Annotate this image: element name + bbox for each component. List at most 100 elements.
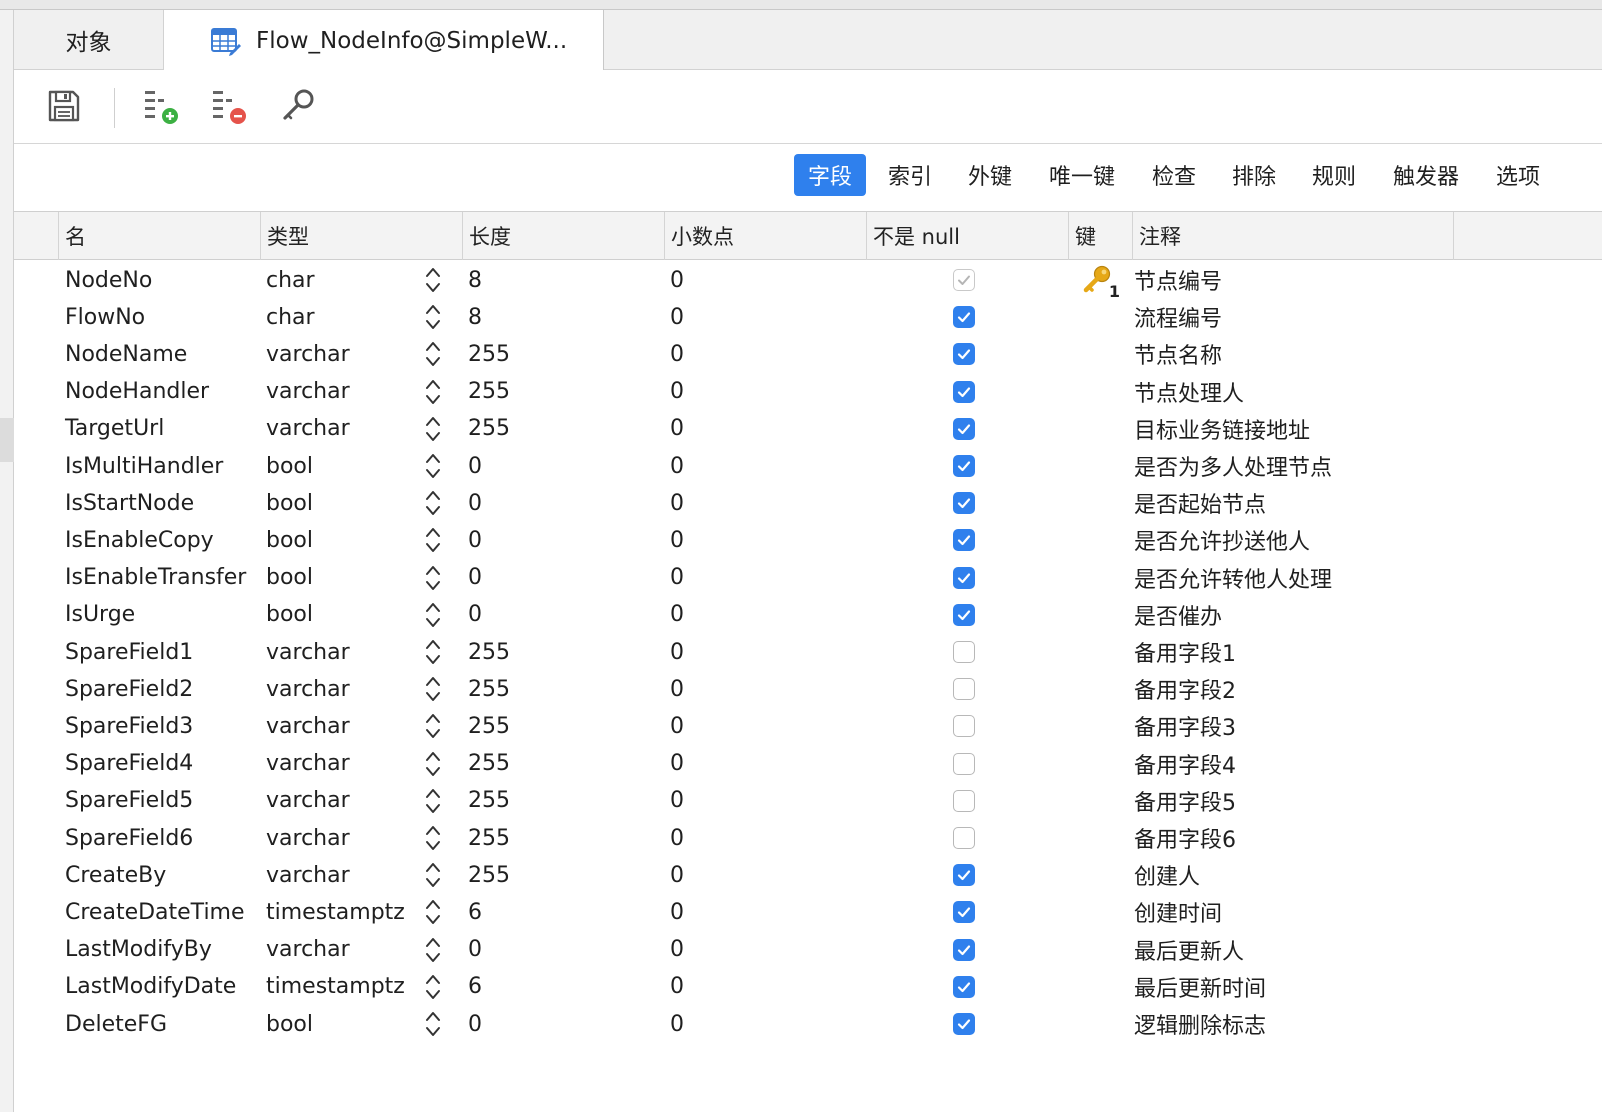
type-stepper-icon[interactable] <box>425 335 441 373</box>
key-cell[interactable] <box>1082 968 1122 1006</box>
field-length-cell[interactable]: 255 <box>468 335 510 373</box>
table-row[interactable]: SpareField2 varchar 255 0 备用字段2 <box>14 670 1602 708</box>
not-null-checkbox[interactable] <box>953 380 975 403</box>
table-row[interactable]: NodeName varchar 255 0 节点名称 <box>14 335 1602 373</box>
key-cell[interactable] <box>1082 707 1122 745</box>
field-comment-cell[interactable]: 备用字段6 <box>1134 819 1236 857</box>
field-name-cell[interactable]: LastModifyDate <box>65 968 236 1006</box>
field-decimal-cell[interactable]: 0 <box>670 298 684 336</box>
type-stepper-icon[interactable] <box>425 596 441 634</box>
field-decimal-cell[interactable]: 0 <box>670 559 684 597</box>
field-comment-cell[interactable]: 是否催办 <box>1134 596 1222 634</box>
field-comment-cell[interactable]: 逻辑删除标志 <box>1134 1005 1266 1043</box>
subtab-unique-keys[interactable]: 唯一键 <box>1038 154 1126 196</box>
field-decimal-cell[interactable]: 0 <box>670 447 684 485</box>
type-stepper-icon[interactable] <box>425 521 441 559</box>
field-length-cell[interactable]: 255 <box>468 373 510 411</box>
delete-field-button[interactable] <box>210 88 250 128</box>
table-row[interactable]: CreateDateTime timestamptz 6 0 创建时间 <box>14 893 1602 931</box>
not-null-checkbox[interactable] <box>953 1013 975 1035</box>
table-row[interactable]: IsEnableTransfer bool 0 0 是否允许转他人处理 <box>14 559 1602 597</box>
field-type-cell[interactable]: varchar <box>266 931 350 969</box>
key-cell[interactable] <box>1082 893 1122 931</box>
field-name-cell[interactable]: SpareField2 <box>65 670 193 708</box>
subtab-rules[interactable]: 规则 <box>1300 154 1368 196</box>
key-cell[interactable] <box>1082 782 1122 820</box>
field-type-cell[interactable]: timestamptz <box>266 968 405 1006</box>
type-stepper-icon[interactable] <box>425 298 441 336</box>
field-length-cell[interactable]: 6 <box>468 893 482 931</box>
field-name-cell[interactable]: DeleteFG <box>65 1005 167 1043</box>
key-cell[interactable] <box>1082 335 1122 373</box>
field-decimal-cell[interactable]: 0 <box>670 782 684 820</box>
table-row[interactable]: IsEnableCopy bool 0 0 是否允许抄送他人 <box>14 521 1602 559</box>
field-name-cell[interactable]: NodeHandler <box>65 373 209 411</box>
subtab-options[interactable]: 选项 <box>1484 154 1552 196</box>
type-stepper-icon[interactable] <box>425 782 441 820</box>
table-row[interactable]: SpareField6 varchar 255 0 备用字段6 <box>14 819 1602 857</box>
field-type-cell[interactable]: bool <box>266 559 313 597</box>
field-name-cell[interactable]: SpareField5 <box>65 782 193 820</box>
column-header-name[interactable]: 名 <box>58 212 260 260</box>
field-length-cell[interactable]: 255 <box>468 819 510 857</box>
field-decimal-cell[interactable]: 0 <box>670 856 684 894</box>
field-type-cell[interactable]: bool <box>266 596 313 634</box>
not-null-checkbox[interactable] <box>953 492 975 515</box>
key-cell[interactable] <box>1082 559 1122 597</box>
field-length-cell[interactable]: 255 <box>468 410 510 448</box>
field-length-cell[interactable]: 6 <box>468 968 482 1006</box>
field-type-cell[interactable]: bool <box>266 484 313 522</box>
field-type-cell[interactable]: varchar <box>266 670 350 708</box>
field-type-cell[interactable]: varchar <box>266 707 350 745</box>
not-null-checkbox[interactable] <box>953 343 975 366</box>
key-cell[interactable] <box>1082 298 1122 336</box>
field-decimal-cell[interactable]: 0 <box>670 968 684 1006</box>
field-type-cell[interactable]: timestamptz <box>266 893 405 931</box>
field-comment-cell[interactable]: 创建时间 <box>1134 893 1222 931</box>
field-length-cell[interactable]: 255 <box>468 856 510 894</box>
tab-objects[interactable]: 对象 <box>14 10 164 70</box>
field-comment-cell[interactable]: 目标业务链接地址 <box>1134 410 1310 448</box>
table-row[interactable]: SpareField1 varchar 255 0 备用字段1 <box>14 633 1602 671</box>
not-null-checkbox[interactable] <box>953 306 975 329</box>
table-row[interactable]: TargetUrl varchar 255 0 目标业务链接地址 <box>14 410 1602 448</box>
field-decimal-cell[interactable]: 0 <box>670 819 684 857</box>
field-length-cell[interactable]: 255 <box>468 745 510 783</box>
field-type-cell[interactable]: bool <box>266 447 313 485</box>
field-comment-cell[interactable]: 最后更新人 <box>1134 931 1244 969</box>
field-decimal-cell[interactable]: 0 <box>670 1005 684 1043</box>
table-row[interactable]: FlowNo char 8 0 流程编号 <box>14 298 1602 336</box>
field-comment-cell[interactable]: 节点编号 <box>1134 261 1222 299</box>
save-button[interactable] <box>44 88 84 128</box>
field-comment-cell[interactable]: 节点名称 <box>1134 335 1222 373</box>
column-header-key[interactable]: 键 <box>1068 212 1132 260</box>
field-comment-cell[interactable]: 节点处理人 <box>1134 373 1244 411</box>
field-type-cell[interactable]: varchar <box>266 856 350 894</box>
field-length-cell[interactable]: 255 <box>468 707 510 745</box>
field-name-cell[interactable]: IsUrge <box>65 596 135 634</box>
field-name-cell[interactable]: SpareField3 <box>65 707 193 745</box>
table-row[interactable]: CreateBy varchar 255 0 创建人 <box>14 856 1602 894</box>
key-cell[interactable] <box>1082 931 1122 969</box>
field-decimal-cell[interactable]: 0 <box>670 596 684 634</box>
field-name-cell[interactable]: FlowNo <box>65 298 145 336</box>
table-row[interactable]: SpareField5 varchar 255 0 备用字段5 <box>14 782 1602 820</box>
field-type-cell[interactable]: char <box>266 298 315 336</box>
not-null-checkbox[interactable] <box>953 975 975 998</box>
type-stepper-icon[interactable] <box>425 410 441 448</box>
field-decimal-cell[interactable]: 0 <box>670 261 684 299</box>
table-row[interactable]: IsUrge bool 0 0 是否催办 <box>14 596 1602 634</box>
field-length-cell[interactable]: 0 <box>468 931 482 969</box>
table-row[interactable]: SpareField3 varchar 255 0 备用字段3 <box>14 707 1602 745</box>
field-length-cell[interactable]: 8 <box>468 261 482 299</box>
field-name-cell[interactable]: CreateBy <box>65 856 166 894</box>
field-name-cell[interactable]: IsEnableTransfer <box>65 559 246 597</box>
table-row[interactable]: NodeHandler varchar 255 0 节点处理人 <box>14 373 1602 411</box>
field-decimal-cell[interactable]: 0 <box>670 633 684 671</box>
not-null-checkbox[interactable] <box>953 417 975 440</box>
type-stepper-icon[interactable] <box>425 559 441 597</box>
field-comment-cell[interactable]: 创建人 <box>1134 856 1200 894</box>
field-comment-cell[interactable]: 是否允许转他人处理 <box>1134 559 1332 597</box>
field-comment-cell[interactable]: 是否为多人处理节点 <box>1134 447 1332 485</box>
field-decimal-cell[interactable]: 0 <box>670 745 684 783</box>
